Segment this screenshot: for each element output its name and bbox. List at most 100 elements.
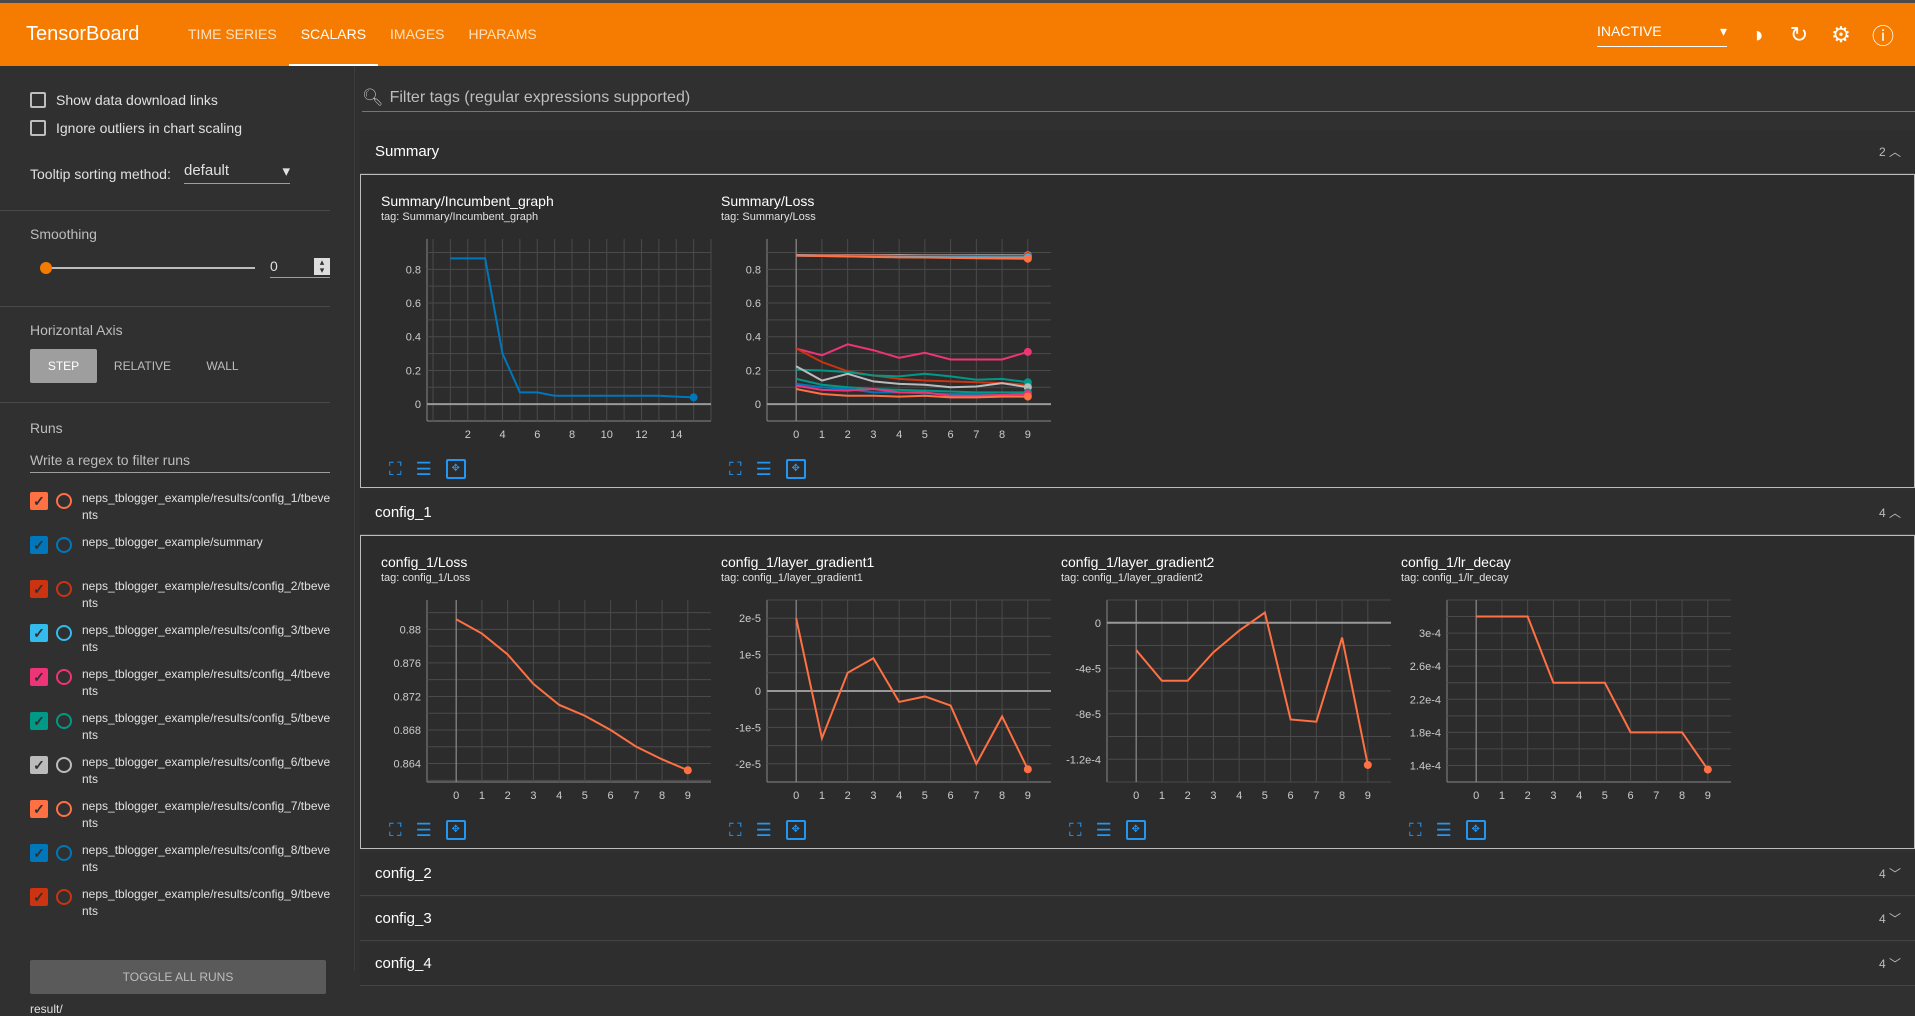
run-color-circle[interactable] <box>56 493 72 509</box>
run-checkbox[interactable]: ✓ <box>30 668 48 686</box>
reload-status-select[interactable]: INACTIVE▾ <box>1597 23 1727 47</box>
run-item[interactable]: ✓ neps_tblogger_example/results/config_3/… <box>30 622 340 666</box>
tab-hparams[interactable]: HPARAMS <box>457 3 549 66</box>
haxis-relative-button[interactable]: RELATIVE <box>105 349 180 383</box>
run-checkbox[interactable]: ✓ <box>30 624 48 642</box>
checkbox[interactable] <box>30 92 46 108</box>
run-color-circle[interactable] <box>56 845 72 861</box>
fit-domain-icon[interactable]: ✥ <box>446 820 466 840</box>
fit-domain-icon[interactable]: ✥ <box>786 459 806 479</box>
run-checkbox[interactable]: ✓ <box>30 888 48 906</box>
show-download-links-checkbox[interactable]: Show data download links <box>30 92 218 108</box>
data-table-icon[interactable]: ☰ <box>416 820 432 841</box>
y-tick-label: 0.864 <box>393 759 421 771</box>
help-icon[interactable]: ⓘ <box>1871 19 1895 51</box>
settings-icon[interactable]: ⚙ <box>1829 22 1853 48</box>
fullscreen-icon[interactable]: ⛶ <box>1069 820 1082 841</box>
chart-plot[interactable]: 00.20.40.60.82468101214 <box>381 233 721 448</box>
x-tick-label: 7 <box>633 790 639 802</box>
data-table-icon[interactable]: ☰ <box>756 820 772 841</box>
group-header-config-2[interactable]: config_24 ﹀ <box>360 852 1915 896</box>
runs-filter-input[interactable]: Write a regex to filter runs <box>30 452 330 473</box>
runs-list[interactable]: ✓neps_tblogger_example/results/config_1/… <box>30 490 340 958</box>
checkbox-label: Show data download links <box>56 92 218 108</box>
fullscreen-icon[interactable]: ⛶ <box>389 820 402 841</box>
theme-icon[interactable]: ◑ <box>1745 22 1769 48</box>
tab-time-series[interactable]: TIME SERIES <box>176 3 289 66</box>
run-color-circle[interactable] <box>56 889 72 905</box>
data-table-icon[interactable]: ☰ <box>416 459 432 480</box>
fullscreen-icon[interactable]: ⛶ <box>729 820 742 841</box>
fit-domain-icon[interactable]: ✥ <box>1126 820 1146 840</box>
chart-title: Summary/Incumbent_graph <box>381 193 554 209</box>
run-checkbox[interactable]: ✓ <box>30 492 48 510</box>
haxis-wall-button[interactable]: WALL <box>190 349 255 383</box>
chevron-up-icon[interactable]: ︿ <box>1889 145 1901 159</box>
run-checkbox[interactable]: ✓ <box>30 536 48 554</box>
run-color-circle[interactable] <box>56 625 72 641</box>
fit-domain-icon[interactable]: ✥ <box>786 820 806 840</box>
chevron-down-icon[interactable]: ﹀ <box>1889 957 1901 971</box>
tab-scalars[interactable]: SCALARS <box>289 3 378 66</box>
ignore-outliers-checkbox[interactable]: Ignore outliers in chart scaling <box>30 120 242 136</box>
x-tick-label: 4 <box>499 429 505 441</box>
toggle-all-runs-button[interactable]: TOGGLE ALL RUNS <box>30 960 326 994</box>
x-tick-label: 5 <box>922 790 928 802</box>
chevron-down-icon[interactable]: ﹀ <box>1889 867 1901 881</box>
run-item[interactable]: ✓neps_tblogger_example/results/config_1/… <box>30 490 340 534</box>
checkbox[interactable] <box>30 120 46 136</box>
run-item[interactable]: ✓neps_tblogger_example/results/config_4/… <box>30 666 340 710</box>
chart-tag: tag: config_1/Loss <box>381 572 470 584</box>
run-item[interactable]: ✓neps_tblogger_example/results/config_5/… <box>30 710 340 754</box>
group-header-config-3[interactable]: config_34 ﹀ <box>360 897 1915 941</box>
run-color-circle[interactable] <box>56 757 72 773</box>
chart-plot[interactable]: 1.4e-41.8e-42.2e-42.6e-43e-40123456789 <box>1401 594 1741 809</box>
smoothing-slider-track[interactable] <box>45 267 255 269</box>
haxis-step-button[interactable]: STEP <box>30 349 97 383</box>
chart-plot[interactable]: 0.8640.8680.8720.8760.880123456789 <box>381 594 721 809</box>
tooltip-sorting-select[interactable]: default▾ <box>184 162 290 184</box>
fit-domain-icon[interactable]: ✥ <box>446 459 466 479</box>
run-checkbox[interactable]: ✓ <box>30 580 48 598</box>
run-color-circle[interactable] <box>56 801 72 817</box>
chart-plot[interactable]: -1.2e-4-8e-5-4e-500123456789 <box>1061 594 1401 809</box>
x-tick-label: 6 <box>948 790 954 802</box>
run-color-circle[interactable] <box>56 713 72 729</box>
tag-filter-input[interactable]: 🔍︎Filter tags (regular expressions suppo… <box>362 84 1915 112</box>
x-tick-label: 3 <box>530 790 536 802</box>
fullscreen-icon[interactable]: ⛶ <box>1409 820 1422 841</box>
smoothing-input[interactable]: 0▴▾ <box>270 258 330 278</box>
data-table-icon[interactable]: ☰ <box>1436 820 1452 841</box>
chevron-down-icon[interactable]: ﹀ <box>1889 912 1901 926</box>
fullscreen-icon[interactable]: ⛶ <box>729 459 742 480</box>
run-checkbox[interactable]: ✓ <box>30 800 48 818</box>
refresh-icon[interactable]: ↻ <box>1787 22 1811 48</box>
run-color-circle[interactable] <box>56 669 72 685</box>
data-table-icon[interactable]: ☰ <box>756 459 772 480</box>
chevron-up-icon[interactable]: ︿ <box>1889 506 1901 520</box>
smoothing-slider-handle[interactable] <box>40 262 52 274</box>
run-item[interactable]: ✓neps_tblogger_example/results/config_8/… <box>30 842 340 886</box>
run-checkbox[interactable]: ✓ <box>30 756 48 774</box>
run-item[interactable]: ✓neps_tblogger_example/results/config_2/… <box>30 578 340 622</box>
fullscreen-icon[interactable]: ⛶ <box>389 459 402 480</box>
group-header-config-1[interactable]: config_14 ︿ <box>360 491 1915 535</box>
fit-domain-icon[interactable]: ✥ <box>1466 820 1486 840</box>
run-checkbox[interactable]: ✓ <box>30 844 48 862</box>
run-item[interactable]: ✓neps_tblogger_example/summary <box>30 534 340 578</box>
chart-plot[interactable]: 00.20.40.60.80123456789 <box>721 233 1061 448</box>
run-color-circle[interactable] <box>56 581 72 597</box>
run-item[interactable]: ✓neps_tblogger_example/results/config_7/… <box>30 798 340 842</box>
run-item[interactable]: ✓neps_tblogger_example/results/config_6/… <box>30 754 340 798</box>
data-table-icon[interactable]: ☰ <box>1096 820 1112 841</box>
chart-plot[interactable]: -2e-5-1e-501e-52e-50123456789 <box>721 594 1061 809</box>
tab-images[interactable]: IMAGES <box>378 3 456 66</box>
run-checkbox[interactable]: ✓ <box>30 712 48 730</box>
spinner-icon[interactable]: ▴▾ <box>314 258 330 275</box>
chart-title: config_1/Loss <box>381 554 467 570</box>
run-color-circle[interactable] <box>56 537 72 553</box>
group-header-config-4[interactable]: config_44 ﹀ <box>360 942 1915 986</box>
group-header-summary[interactable]: Summary2 ︿ <box>360 130 1915 174</box>
run-name: neps_tblogger_example/results/config_3/t… <box>82 622 332 656</box>
run-item[interactable]: ✓neps_tblogger_example/results/config_9/… <box>30 886 340 930</box>
